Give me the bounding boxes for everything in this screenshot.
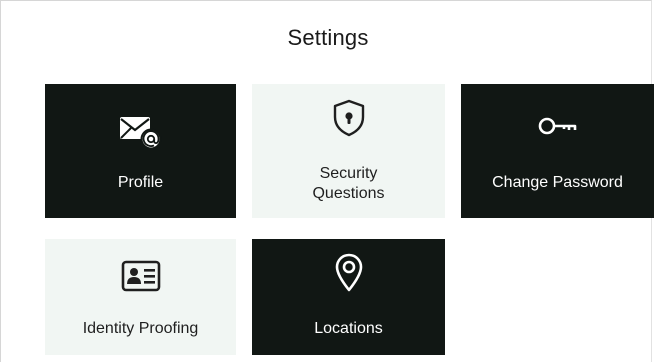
envelope-at-icon — [45, 114, 236, 150]
change-password-label: Change Password — [492, 174, 623, 191]
identity-proofing-tile[interactable]: Identity Proofing — [45, 239, 236, 355]
shield-keyhole-icon — [252, 99, 445, 137]
identity-proofing-label: Identity Proofing — [82, 320, 199, 337]
locations-tile[interactable]: Locations — [252, 239, 445, 355]
profile-label: Profile — [117, 174, 164, 191]
locations-label: Locations — [314, 320, 383, 337]
change-password-tile[interactable]: Change Password — [461, 84, 654, 218]
map-pin-icon — [252, 253, 445, 293]
security-questions-label: Security Questions — [252, 164, 445, 204]
key-icon — [461, 115, 654, 137]
page-title: Settings — [287, 25, 369, 50]
security-questions-tile[interactable]: Security Questions — [252, 84, 445, 218]
security-questions-label-line2: Questions — [312, 185, 385, 202]
settings-panel: Settings Profile Security Questions Chan… — [0, 0, 654, 362]
id-card-icon — [45, 260, 236, 292]
security-questions-label-line1: Security — [319, 165, 378, 182]
profile-tile[interactable]: Profile — [45, 84, 236, 218]
